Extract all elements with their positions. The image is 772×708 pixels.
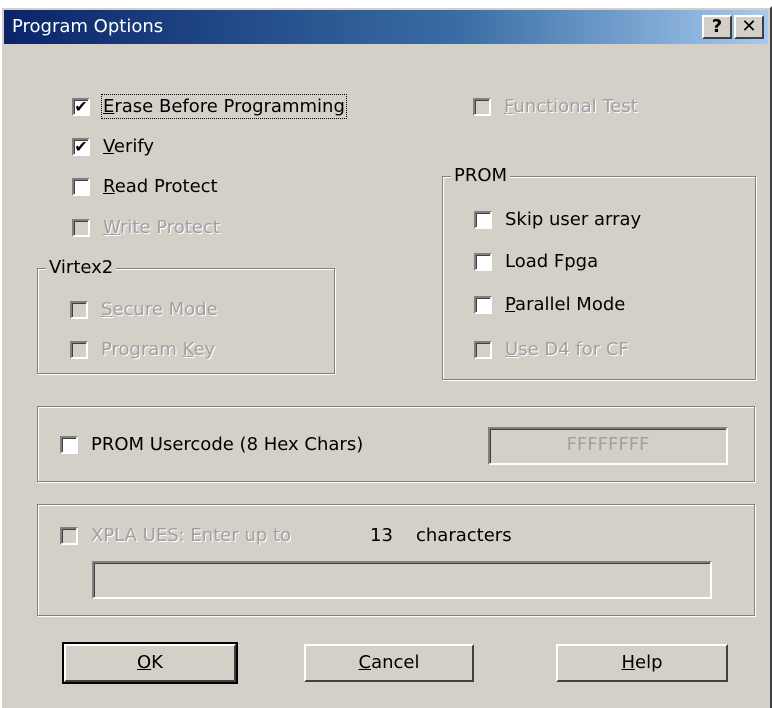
write-protect-checkbox: Write Protect — [72, 217, 220, 238]
checkbox-box — [474, 340, 492, 359]
checkbox-box — [70, 340, 88, 359]
prom-group-title: PROM — [451, 165, 511, 186]
xpla-ues-label: XPLA UES: Enter up to — [91, 525, 292, 546]
checkbox-box — [72, 177, 90, 196]
functional-test-checkbox: Functional Test — [473, 96, 638, 117]
prom-group: PROM Skip user array Load Fpga Parallel … — [442, 165, 756, 380]
verify-label: Verify — [103, 136, 155, 157]
skip-user-array-label: Skip user array — [505, 209, 642, 230]
erase-before-programming-checkbox[interactable]: ✔ Erase Before Programming — [72, 94, 347, 119]
prom-usercode-checkbox[interactable]: PROM Usercode (8 Hex Chars) — [60, 434, 363, 455]
checkmark-icon: ✔ — [72, 97, 90, 116]
checkbox-box — [474, 295, 492, 314]
prom-usercode-label: PROM Usercode (8 Hex Chars) — [91, 434, 364, 455]
program-key-checkbox: Program Key — [70, 339, 215, 360]
use-d4-label: Use D4 for CF — [505, 339, 629, 360]
checkbox-box — [72, 218, 90, 237]
help-icon[interactable]: ? — [702, 15, 732, 39]
usercode-input: FFFFFFFF — [488, 427, 728, 465]
xpla-characters-label: characters — [416, 525, 512, 546]
secure-mode-label: Secure Mode — [101, 299, 218, 320]
skip-user-array-checkbox[interactable]: Skip user array — [474, 209, 641, 230]
xpla-ues-checkbox: XPLA UES: Enter up to — [60, 525, 291, 546]
verify-checkbox[interactable]: ✔ Verify — [72, 136, 154, 157]
read-protect-checkbox[interactable]: Read Protect — [72, 176, 218, 197]
use-d4-for-cf-checkbox: Use D4 for CF — [474, 339, 629, 360]
usercode-group: PROM Usercode (8 Hex Chars) FFFFFFFF — [37, 406, 755, 482]
title-bar[interactable]: Program Options ? ✕ — [4, 10, 768, 44]
parallel-mode-checkbox[interactable]: Parallel Mode — [474, 294, 625, 315]
erase-label: Erase Before Programming — [101, 94, 347, 119]
secure-mode-checkbox: Secure Mode — [70, 299, 218, 320]
help-button[interactable]: Help — [556, 644, 728, 682]
close-icon[interactable]: ✕ — [734, 15, 764, 39]
virtex2-group-title: Virtex2 — [46, 257, 117, 278]
checkbox-box — [474, 252, 492, 271]
program-options-dialog: Program Options ? ✕ ✔ Erase Before Progr… — [0, 6, 772, 708]
checkbox-box — [473, 97, 491, 116]
read-protect-label: Read Protect — [103, 176, 218, 197]
xpla-char-count: 13 — [370, 525, 393, 546]
window-title: Program Options — [12, 16, 164, 37]
ok-button[interactable]: OK — [62, 642, 238, 684]
virtex2-group: Virtex2 Secure Mode Program Key — [37, 257, 335, 374]
load-fpga-checkbox[interactable]: Load Fpga — [474, 251, 598, 272]
checkbox-box — [70, 300, 88, 319]
checkmark-icon: ✔ — [72, 137, 90, 156]
checkbox-box — [474, 210, 492, 229]
checkbox-box — [60, 435, 78, 454]
parallel-mode-label: Parallel Mode — [505, 294, 626, 315]
xpla-group: XPLA UES: Enter up to 13 characters — [37, 504, 755, 616]
program-key-label: Program Key — [101, 339, 216, 360]
xpla-ues-input — [92, 561, 712, 599]
functional-test-label: Functional Test — [504, 96, 638, 117]
write-protect-label: Write Protect — [103, 217, 220, 238]
checkbox-box — [60, 526, 78, 545]
cancel-button[interactable]: Cancel — [304, 644, 474, 682]
load-fpga-label: Load Fpga — [505, 251, 599, 272]
